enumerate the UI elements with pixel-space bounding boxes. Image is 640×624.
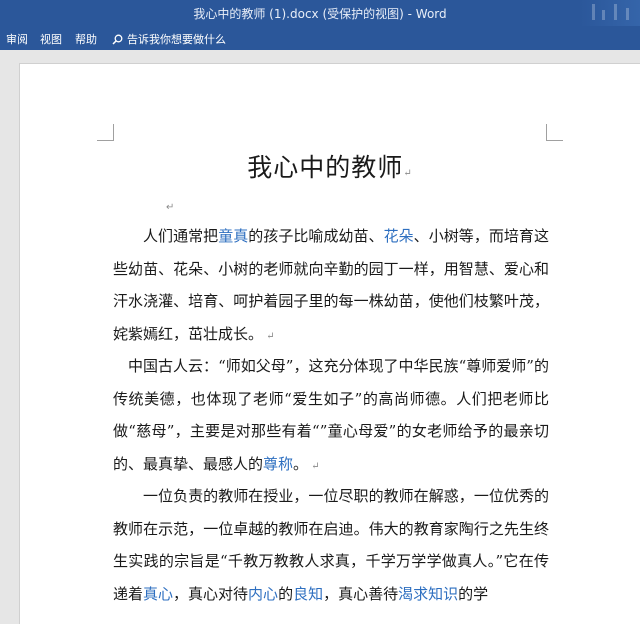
empty-paragraph-mark: ↵ — [166, 202, 175, 213]
text-run: 中国古人云：“师如父母”，这充分体现了中华民族“尊师爱师”的传统美德，也体现了老… — [113, 357, 549, 473]
window-title: 我心中的教师 (1).docx (受保护的视图) - Word — [193, 7, 447, 21]
document-heading: 我心中的教师↵ — [20, 148, 640, 184]
highlighted-word: 真心 — [143, 584, 174, 603]
highlighted-word: 内心 — [248, 584, 279, 603]
text-run: ，真心对待 — [173, 584, 249, 603]
paragraph-3: 一位负责的教师在授业，一位尽职的教师在解惑，一位优秀的教师在示范，一位卓越的教师… — [113, 480, 549, 610]
highlighted-word: 童真 — [218, 227, 249, 245]
paragraph-mark: ↵ — [263, 330, 275, 342]
document-area[interactable]: 我心中的教师↵ ↵ 人们通常把童真的孩子比喻成幼苗、花朵、小树等，而培育这些幼苗… — [0, 50, 640, 624]
menu-review[interactable]: 审阅 — [6, 31, 28, 47]
search-icon — [112, 34, 123, 45]
highlighted-word: 渴求知识 — [398, 584, 459, 603]
heading-text: 我心中的教师 — [247, 153, 404, 182]
text-run: 的 — [278, 584, 294, 603]
text-run: 人们通常把 — [143, 227, 219, 245]
text-run: ，真心善待 — [323, 584, 399, 603]
paragraph-mark: ↵ — [308, 460, 320, 472]
highlighted-word: 花朵 — [383, 227, 414, 245]
crop-mark-top-left — [97, 124, 114, 141]
tell-me-label: 告诉我你想要做什么 — [127, 33, 226, 46]
text-run: 的学 — [458, 584, 489, 603]
paragraph-1: 人们通常把童真的孩子比喻成幼苗、花朵、小树等，而培育这些幼苗、花朵、小树的老师就… — [113, 220, 549, 353]
document-page[interactable]: 我心中的教师↵ ↵ 人们通常把童真的孩子比喻成幼苗、花朵、小树等，而培育这些幼苗… — [20, 64, 640, 624]
menu-bar: 审阅 视图 帮助 告诉我你想要做什么 — [0, 26, 640, 50]
paragraph-2: 中国古人云：“师如父母”，这充分体现了中华民族“尊师爱师”的传统美德，也体现了老… — [113, 350, 549, 483]
tell-me-search[interactable]: 告诉我你想要做什么 — [112, 31, 226, 47]
title-bar-decoration — [580, 0, 640, 26]
highlighted-word: 良知 — [293, 584, 324, 603]
paragraph-mark: ↵ — [403, 168, 413, 179]
text-run: 的孩子比喻成幼苗、 — [248, 227, 384, 245]
crop-mark-top-right — [546, 124, 563, 141]
menu-help[interactable]: 帮助 — [75, 31, 97, 47]
highlighted-word: 尊称 — [263, 454, 294, 473]
text-run: 。 — [293, 454, 309, 473]
menu-view[interactable]: 视图 — [40, 31, 62, 47]
title-bar: 我心中的教师 (1).docx (受保护的视图) - Word — [0, 0, 640, 26]
